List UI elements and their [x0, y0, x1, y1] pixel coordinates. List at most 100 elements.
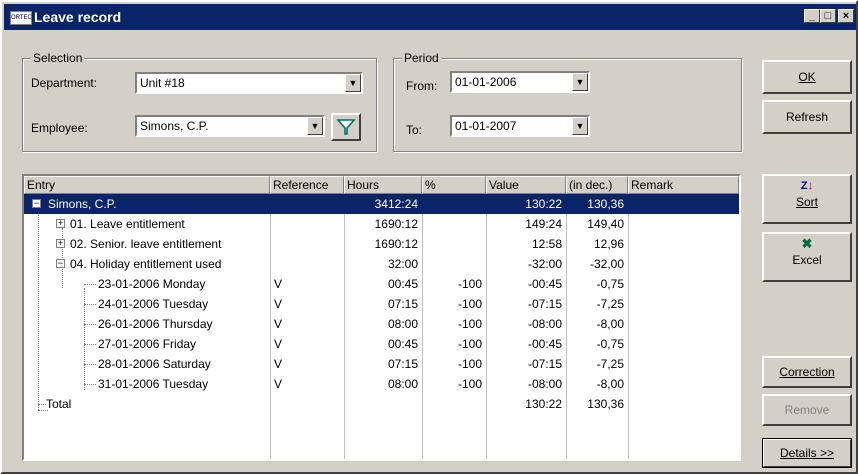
percent-cell: -100 — [457, 297, 482, 311]
percent-cell: -100 — [457, 317, 482, 331]
minimize-button[interactable]: _ — [804, 9, 820, 23]
column-header-remark[interactable]: Remark — [628, 176, 739, 194]
value-cell: -08:00 — [527, 317, 562, 331]
remark-cell — [632, 334, 732, 354]
in-dec-cell: -0,75 — [596, 277, 624, 291]
from-label: From: — [406, 79, 438, 93]
entry-cell: 31-01-2006 Tuesday — [98, 377, 209, 391]
correction-button-label: Correction — [779, 365, 835, 379]
department-label: Department: — [31, 76, 98, 90]
close-button[interactable]: × — [838, 9, 854, 23]
sort-az-icon: Z↓ — [800, 180, 814, 192]
reference-cell: V — [274, 357, 283, 371]
hours-cell: 1690:12 — [374, 237, 418, 251]
table-row[interactable]: −04. Holiday entitlement used 32:00 -32:00… — [24, 254, 739, 274]
table-row[interactable]: 27-01-2006 Friday V 00:45 -100 -00:45 -0,75 — [24, 334, 739, 354]
percent-cell — [424, 254, 482, 274]
employee-dropdown[interactable]: Simons, C.P. ▼ — [135, 115, 325, 137]
in-dec-cell: -7,25 — [596, 297, 624, 311]
expand-icon[interactable]: + — [56, 239, 65, 248]
hours-cell: 00:45 — [387, 337, 418, 351]
reference-cell — [274, 214, 340, 234]
maximize-button[interactable]: □ — [820, 9, 836, 23]
table-row[interactable]: 23-01-2006 Monday V 00:45 -100 -00:45 -0,75 — [24, 274, 739, 294]
table-row[interactable]: Total 130:22 130,36 — [24, 394, 739, 414]
column-header-reference[interactable]: Reference — [270, 176, 344, 194]
employee-label: Employee: — [31, 121, 88, 135]
table-row[interactable]: 31-01-2006 Tuesday V 08:00 -100 -08:00 -8,00 — [24, 374, 739, 394]
to-date-dropdown[interactable]: 01-01-2007 ▼ — [450, 115, 590, 137]
table-row[interactable]: 24-01-2006 Tuesday V 07:15 -100 -07:15 -7,25 — [24, 294, 739, 314]
sort-button-label: Sort — [795, 195, 818, 209]
sort-button[interactable]: Z↓ Sort — [762, 174, 852, 224]
period-group: Period From: 01-01-2006 ▼ To: 01-01-2007… — [393, 51, 742, 152]
tree-line — [84, 304, 96, 305]
reference-cell: V — [274, 317, 283, 331]
app-icon: ORTEC — [10, 11, 32, 25]
table-row[interactable]: +02. Senior. leave entitlement 1690:12 12:… — [24, 234, 739, 254]
column-header-in-dec[interactable]: (in dec.) — [566, 176, 628, 194]
in-dec-cell: -32,00 — [589, 257, 624, 271]
column-header-percent[interactable]: % — [422, 176, 486, 194]
remark-cell — [632, 194, 732, 214]
details-button[interactable]: Details >> — [762, 438, 852, 468]
chevron-down-icon[interactable]: ▼ — [345, 74, 361, 92]
refresh-button[interactable]: Refresh — [762, 100, 852, 134]
remark-cell — [632, 254, 732, 274]
table-row[interactable]: +01. Leave entitlement 1690:12 149:24 149,4… — [24, 214, 739, 234]
table-row[interactable]: 28-01-2006 Saturday V 07:15 -100 -07:15 -7,25 — [24, 354, 739, 374]
ok-button[interactable]: OK — [762, 60, 852, 94]
reference-cell — [274, 254, 340, 274]
chevron-down-icon[interactable]: ▼ — [307, 117, 323, 135]
filter-button[interactable] — [331, 113, 361, 141]
table-row[interactable]: − Simons, C.P. 3412:24 130:22 130,36 — [24, 194, 739, 214]
collapse-icon[interactable]: − — [56, 259, 65, 268]
value-cell: 130:22 — [525, 197, 562, 211]
reference-cell — [274, 394, 340, 414]
period-group-label: Period — [402, 51, 441, 65]
value-cell: -32:00 — [527, 257, 562, 271]
entry-cell: 26-01-2006 Thursday — [98, 317, 213, 331]
column-header-entry[interactable]: Entry — [24, 176, 270, 194]
hours-cell: 08:00 — [387, 377, 418, 391]
value-cell: 149:24 — [525, 217, 562, 231]
department-dropdown[interactable]: Unit #18 ▼ — [135, 72, 363, 94]
in-dec-cell: 149,40 — [587, 217, 624, 231]
hours-cell: 3412:24 — [374, 197, 418, 211]
entry-cell: 01. Leave entitlement — [70, 217, 185, 231]
title-bar[interactable]: ORTEC Leave record _ □ × — [4, 4, 856, 30]
excel-button-label: Excel — [792, 253, 822, 267]
from-date-dropdown[interactable]: 01-01-2006 ▼ — [450, 71, 590, 93]
to-label: To: — [406, 123, 423, 137]
tree-line — [84, 344, 96, 345]
reference-cell — [274, 234, 340, 254]
chevron-down-icon[interactable]: ▼ — [572, 73, 588, 91]
remark-cell — [632, 214, 732, 234]
collapse-icon[interactable]: − — [32, 199, 41, 208]
percent-cell — [424, 394, 482, 414]
entry-cell: 02. Senior. leave entitlement — [70, 237, 222, 251]
expand-icon[interactable]: + — [56, 219, 65, 228]
column-header-hours[interactable]: Hours — [344, 176, 422, 194]
value-cell: -08:00 — [527, 377, 562, 391]
selection-group-label: Selection — [31, 51, 85, 65]
percent-cell: -100 — [457, 277, 482, 291]
table-row[interactable]: 26-01-2006 Thursday V 08:00 -100 -08:00 -8,00 — [24, 314, 739, 334]
percent-cell: -100 — [457, 337, 482, 351]
hours-cell — [346, 394, 418, 414]
tree-line — [84, 284, 96, 285]
chevron-down-icon[interactable]: ▼ — [572, 117, 588, 135]
remark-cell — [632, 234, 732, 254]
correction-button[interactable]: Correction — [762, 356, 852, 388]
excel-button[interactable]: ✖ Excel — [762, 232, 852, 282]
remove-button[interactable]: Remove — [762, 394, 852, 426]
remark-cell — [632, 394, 732, 414]
column-header-value[interactable]: Value — [486, 176, 566, 194]
value-cell: 12:58 — [531, 237, 562, 251]
hours-cell: 08:00 — [387, 317, 418, 331]
in-dec-cell: -8,00 — [596, 377, 624, 391]
in-dec-cell: -7,25 — [596, 357, 624, 371]
value-cell: -00:45 — [527, 337, 562, 351]
leave-table[interactable]: Entry Reference Hours % Value (in dec.) … — [22, 174, 741, 461]
reference-cell — [274, 194, 340, 214]
